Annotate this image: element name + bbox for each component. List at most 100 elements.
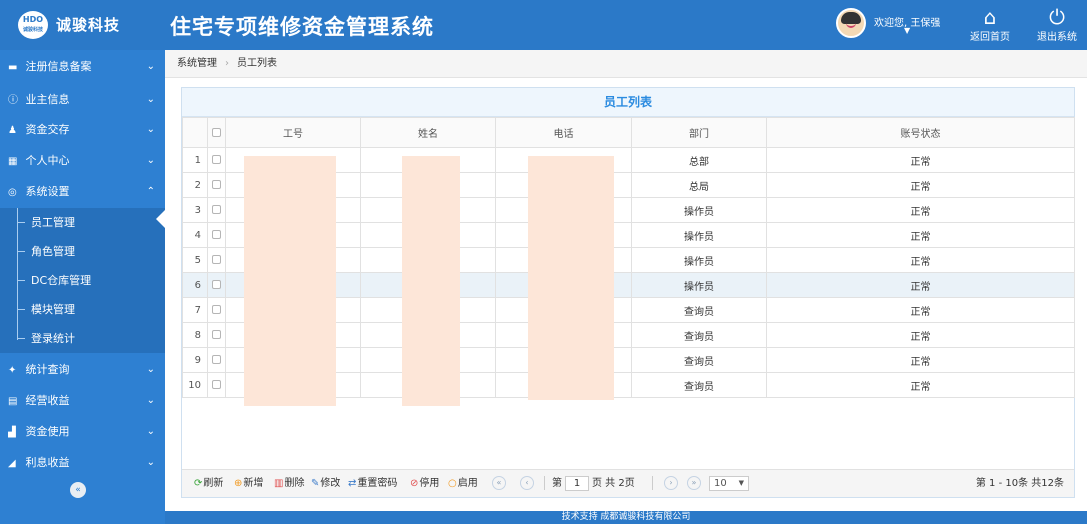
- pager-divider: [652, 470, 653, 498]
- first-page-button[interactable]: «: [492, 470, 506, 498]
- sidebar: ▬ 注册信息备案 ⌄ ⓘ 业主信息 ⌄ ♟ 资金交存 ⌄ ▦ 个人中心 ⌄ ◎ …: [0, 50, 165, 524]
- column-header-name[interactable]: 姓名: [360, 117, 496, 148]
- column-header-dept[interactable]: 部门: [631, 117, 767, 148]
- sidebar-subitem-modules[interactable]: 模块管理: [0, 295, 165, 324]
- row-checkbox[interactable]: [212, 330, 221, 339]
- enable-button[interactable]: ○启用: [448, 470, 478, 498]
- row-number: 8: [182, 322, 208, 348]
- page-jump: 第1页 共 2页: [552, 470, 635, 498]
- row-select-cell: [207, 172, 226, 198]
- row-checkbox[interactable]: [212, 205, 221, 214]
- row-number: 7: [182, 297, 208, 323]
- sidebar-item-interest-income[interactable]: ◢ 利息收益 ⌄: [0, 446, 165, 479]
- cell-status: 正常: [766, 172, 1075, 198]
- active-item-indicator: [156, 210, 165, 228]
- sidebar-item-label: 利息收益: [25, 456, 70, 469]
- row-checkbox[interactable]: [212, 180, 221, 189]
- row-select-cell: [207, 197, 226, 223]
- trash-icon: ▥: [274, 478, 284, 489]
- staff-list-panel: 员工列表 工号 姓名 电话 部门 账号状态 1 总部 正常 2 总局 正常 3 操作员 正常 4 操…: [181, 87, 1075, 498]
- sidebar-item-personal-center[interactable]: ▦ 个人中心 ⌄: [0, 144, 165, 177]
- row-checkbox[interactable]: [212, 355, 221, 364]
- double-left-icon: «: [492, 476, 506, 490]
- cell-status: 正常: [766, 297, 1075, 323]
- sidebar-item-label: 业主信息: [25, 93, 70, 106]
- grid-icon: ▦: [8, 156, 18, 167]
- select-all-checkbox[interactable]: [212, 127, 221, 137]
- column-header-id[interactable]: 工号: [225, 117, 361, 148]
- row-select-cell: [207, 272, 226, 298]
- reset-password-label: 重置密码: [357, 478, 398, 489]
- sidebar-item-owner-info[interactable]: ⓘ 业主信息 ⌄: [0, 83, 165, 116]
- sidebar-collapse-button[interactable]: «: [70, 482, 86, 498]
- sidebar-subitem-staff[interactable]: 员工管理: [0, 208, 165, 237]
- row-checkbox[interactable]: [212, 255, 221, 264]
- prev-page-button[interactable]: ‹: [520, 470, 534, 498]
- sidebar-item-fund-deposit[interactable]: ♟ 资金交存 ⌄: [0, 113, 165, 146]
- row-checkbox[interactable]: [212, 305, 221, 314]
- logo-text: HDO: [22, 15, 44, 24]
- home-icon: ⌂: [983, 5, 997, 29]
- sidebar-subitem-roles[interactable]: 角色管理: [0, 237, 165, 266]
- top-header: HDO 诚骏科技 诚骏科技 住宅专项维修资金管理系统 欢迎您, 王保强 ▼ ⌂ …: [0, 0, 1087, 50]
- row-number: 1: [182, 147, 208, 173]
- caret-down-icon[interactable]: ▼: [904, 26, 910, 35]
- page-size-select[interactable]: 10 ▼: [709, 470, 749, 498]
- sidebar-item-fund-usage[interactable]: ▟ 资金使用 ⌄: [0, 415, 165, 448]
- add-button[interactable]: ⊕新增: [234, 470, 263, 498]
- next-page-button[interactable]: ›: [664, 470, 678, 498]
- circle-icon: ○: [448, 478, 457, 489]
- sidebar-item-statistics[interactable]: ✦ 统计查询 ⌄: [0, 353, 165, 386]
- row-checkbox[interactable]: [212, 155, 221, 164]
- cell-dept: 查询员: [631, 322, 767, 348]
- chevron-down-icon: ⌄: [146, 364, 155, 375]
- last-page-button[interactable]: »: [687, 470, 701, 498]
- disable-button[interactable]: ⊘停用: [410, 470, 439, 498]
- home-button[interactable]: ⌂ 返回首页: [965, 6, 1015, 43]
- breadcrumb-separator: ›: [225, 58, 229, 69]
- ban-icon: ⊘: [410, 478, 419, 489]
- settings-icon: ◎: [8, 187, 17, 198]
- chevron-down-icon: ⌄: [146, 61, 155, 72]
- cell-status: 正常: [766, 347, 1075, 373]
- add-label: 新增: [243, 478, 264, 489]
- chevron-down-icon: ⌄: [146, 155, 155, 166]
- company-name: 诚骏科技: [56, 16, 121, 34]
- reset-password-button[interactable]: ⇄重置密码: [348, 470, 397, 498]
- row-select-cell: [207, 322, 226, 348]
- user-avatar[interactable]: [836, 8, 866, 38]
- sidebar-subitem-login-stats[interactable]: 登录统计: [0, 324, 165, 353]
- edit-button[interactable]: ✎修改: [311, 470, 340, 498]
- logout-label: 退出系统: [1037, 32, 1077, 43]
- column-header-phone[interactable]: 电话: [495, 117, 632, 148]
- delete-label: 删除: [284, 478, 305, 489]
- chevron-down-icon: ⌄: [146, 124, 155, 135]
- refresh-button[interactable]: ⟳刷新: [194, 470, 223, 498]
- sidebar-item-system-settings[interactable]: ◎ 系统设置 ⌃: [0, 175, 165, 208]
- power-icon: ⏻: [1049, 5, 1065, 29]
- row-checkbox[interactable]: [212, 280, 221, 289]
- swap-arrows-icon: ⇄: [348, 478, 357, 489]
- redacted-name-column: [402, 156, 460, 406]
- sidebar-item-label: 注册信息备案: [25, 60, 92, 73]
- row-checkbox[interactable]: [212, 380, 221, 389]
- chevron-left-icon: ‹: [520, 476, 534, 490]
- logout-button[interactable]: ⏻ 退出系统: [1032, 6, 1082, 43]
- cell-status: 正常: [766, 272, 1075, 298]
- page-number-input[interactable]: 1: [565, 475, 589, 491]
- column-header-status[interactable]: 账号状态: [766, 117, 1075, 148]
- sidebar-item-registration[interactable]: ▬ 注册信息备案 ⌄: [0, 50, 165, 83]
- logo-sub-text: 诚骏科技: [22, 27, 43, 33]
- row-checkbox[interactable]: [212, 230, 221, 239]
- sidebar-item-label: 统计查询: [25, 363, 70, 376]
- redacted-phone-column: [528, 156, 614, 400]
- row-select-cell: [207, 372, 226, 398]
- sidebar-subitem-dc-warehouse[interactable]: DC仓库管理: [0, 266, 165, 295]
- pencil-icon: ✎: [311, 478, 320, 489]
- sidebar-item-operating-income[interactable]: ▤ 经营收益 ⌄: [0, 384, 165, 417]
- breadcrumb-item-system[interactable]: 系统管理: [177, 58, 217, 69]
- row-select-cell: [207, 297, 226, 323]
- delete-button[interactable]: ▥删除: [274, 470, 304, 498]
- row-number-header: [182, 117, 208, 148]
- cell-dept: 总局: [631, 172, 767, 198]
